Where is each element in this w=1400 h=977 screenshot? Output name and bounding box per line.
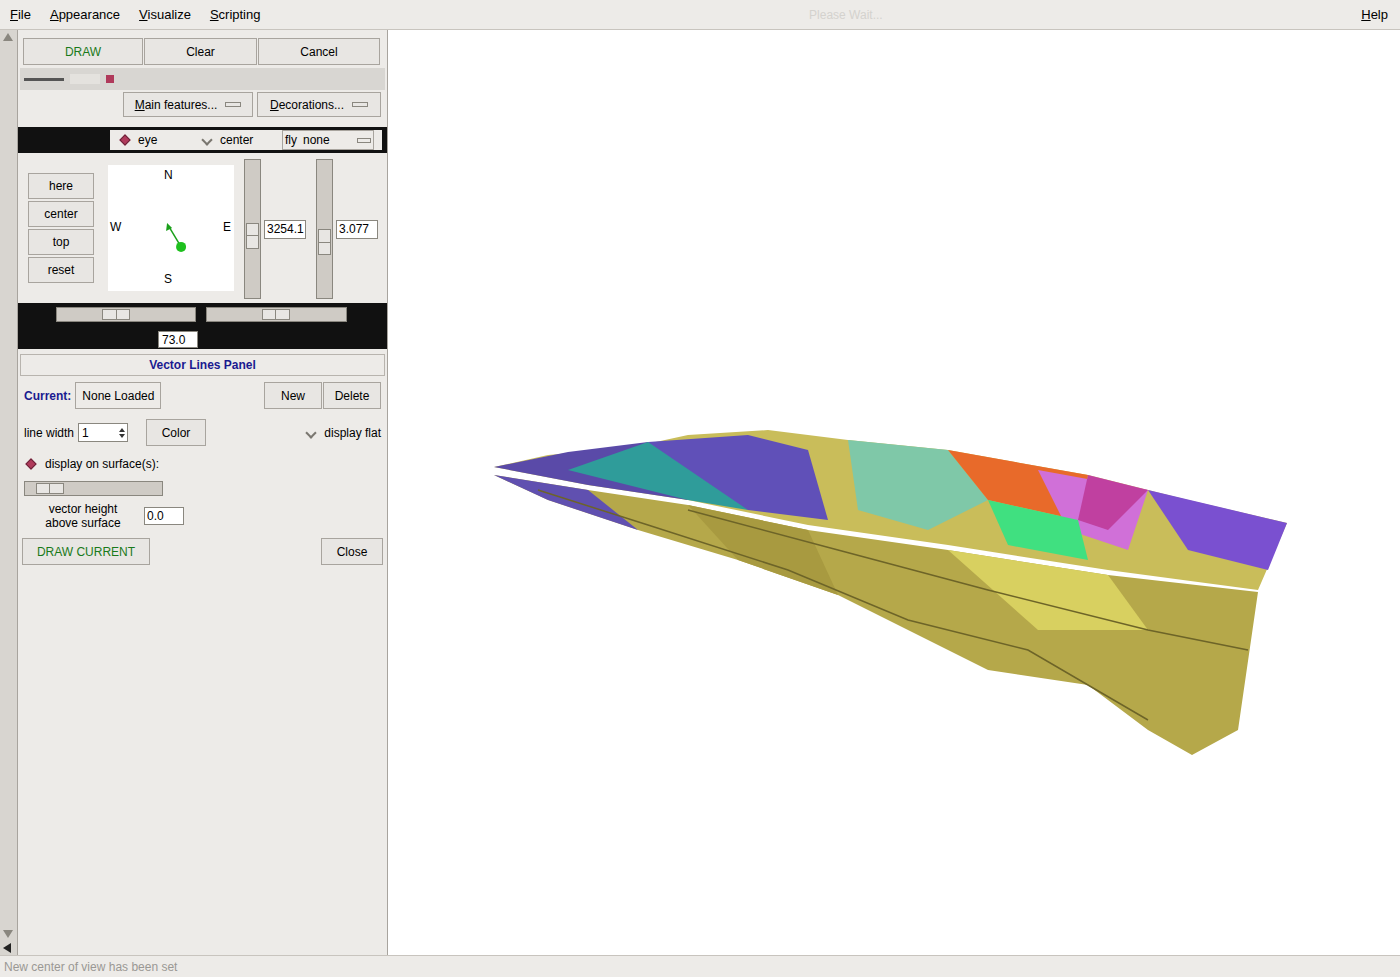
eye-position-icon[interactable] xyxy=(108,165,234,291)
horizontal-slider[interactable] xyxy=(206,307,347,322)
vertical-slider[interactable] xyxy=(244,159,261,299)
display-surface-radio[interactable]: display on surface(s): xyxy=(18,455,387,473)
vertical-slider[interactable] xyxy=(316,159,333,299)
height-field[interactable]: 0.0 xyxy=(144,507,184,525)
control-panel: DRAWClearCancel Main features...Decoratio… xyxy=(18,30,388,955)
current-vector[interactable]: None Loaded xyxy=(75,382,161,409)
left-scrollbar[interactable] xyxy=(0,30,18,955)
top-button[interactable]: DRAW xyxy=(23,38,143,65)
position-button[interactable]: here xyxy=(28,173,94,199)
position-button[interactable]: reset xyxy=(28,257,94,283)
top-button[interactable]: Cancel xyxy=(258,38,380,65)
horizontal-slider[interactable] xyxy=(56,307,196,322)
radio-indicator[interactable] xyxy=(200,133,214,147)
slider-value[interactable]: 3.077 xyxy=(336,220,378,239)
fly-menu[interactable]: flynone xyxy=(282,130,374,150)
terrain-render[interactable] xyxy=(388,30,1397,955)
spin-arrows-icon[interactable] xyxy=(117,425,127,441)
line-width-spinbox[interactable]: 1 xyxy=(78,423,128,442)
menu-item[interactable]: File xyxy=(10,5,31,25)
draw-current-button[interactable]: DRAW CURRENT xyxy=(22,538,150,565)
vector-button[interactable]: Delete xyxy=(323,382,381,409)
vector-button[interactable]: New xyxy=(264,382,322,409)
checkbox-indicator[interactable] xyxy=(304,426,318,440)
menu-button[interactable]: Main features... xyxy=(123,92,253,117)
view-mode-radio[interactable]: center xyxy=(200,131,276,149)
close-button[interactable]: Close xyxy=(321,538,383,565)
color-button[interactable]: Color xyxy=(146,419,206,446)
scroll-up-icon[interactable] xyxy=(0,30,16,44)
slider-value[interactable]: 3254.1 xyxy=(264,220,306,239)
perspective-field[interactable]: 73.0 xyxy=(158,331,198,348)
status-bar: New center of view has been set xyxy=(0,955,1400,977)
scroll-left-icon[interactable] xyxy=(0,941,16,955)
horizontal-slider[interactable] xyxy=(24,481,163,496)
menu-button[interactable]: Decorations... xyxy=(257,92,381,117)
menu-item[interactable]: Visualize xyxy=(139,5,191,25)
radio-indicator[interactable] xyxy=(24,457,38,471)
menu-item[interactable]: Scripting xyxy=(210,5,261,25)
menu-bar: File Appearance Visualize ScriptingPlease W… xyxy=(0,0,1400,30)
position-button[interactable]: center xyxy=(28,201,94,227)
position-button[interactable]: top xyxy=(28,229,94,255)
radio-indicator[interactable] xyxy=(118,133,132,147)
window-title: Please Wait... xyxy=(260,6,1361,24)
view-mode-radio[interactable]: eye xyxy=(118,131,194,149)
app-window: File Appearance Visualize ScriptingPlease W… xyxy=(0,0,1400,977)
vector-panel-title: Vector Lines Panel xyxy=(20,354,385,376)
top-button[interactable]: Clear xyxy=(144,38,257,65)
menu-item[interactable]: Appearance xyxy=(50,5,120,25)
compass[interactable]: NSWE xyxy=(108,165,234,291)
render-canvas[interactable] xyxy=(388,30,1400,955)
display-flat-checkbox[interactable]: display flat xyxy=(304,424,381,442)
scroll-down-icon[interactable] xyxy=(0,927,16,941)
help-menu[interactable]: Help xyxy=(1361,5,1388,25)
